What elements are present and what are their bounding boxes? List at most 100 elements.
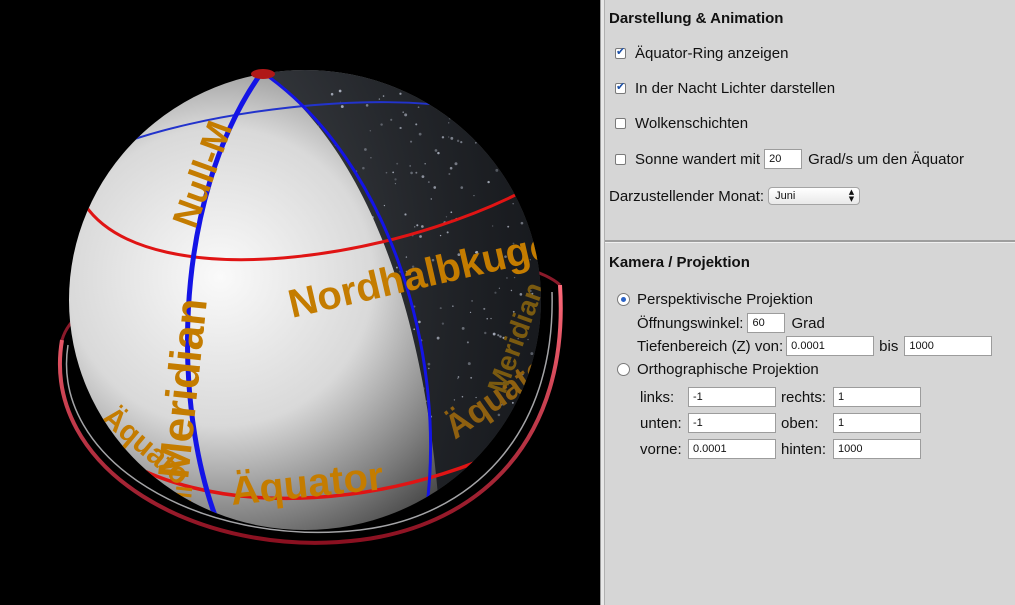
city-light-dot bbox=[488, 134, 491, 136]
city-light-dot bbox=[338, 89, 342, 93]
city-light-dot bbox=[484, 331, 487, 335]
ortho-far-label: hinten: bbox=[781, 440, 827, 458]
city-light-dot bbox=[421, 175, 425, 179]
sun-motion-checkbox[interactable] bbox=[615, 153, 626, 165]
equator-ring-checkbox[interactable] bbox=[615, 45, 626, 59]
city-light-dot bbox=[498, 287, 501, 289]
city-light-dot bbox=[531, 384, 534, 386]
equator-ring-option[interactable]: Äquator-Ring anzeigen bbox=[615, 42, 788, 64]
city-light-dot bbox=[404, 213, 407, 216]
orthographic-option[interactable]: Orthographische Projektion bbox=[617, 358, 819, 380]
city-light-dot bbox=[445, 216, 448, 218]
city-light-dot bbox=[450, 211, 453, 214]
city-light-dot bbox=[421, 225, 424, 228]
city-light-dot bbox=[370, 157, 372, 159]
city-light-dot bbox=[466, 341, 469, 344]
city-light-dot bbox=[452, 305, 454, 307]
depth-to-input[interactable]: 1000 bbox=[904, 336, 993, 356]
city-light-dot bbox=[385, 171, 388, 174]
city-light-dot bbox=[527, 89, 529, 92]
city-light-dot bbox=[436, 336, 440, 340]
city-light-dot bbox=[409, 165, 411, 167]
city-light-dot bbox=[394, 183, 397, 185]
ortho-bottom-input[interactable]: -1 bbox=[688, 413, 776, 433]
equator-ring-label[interactable]: Äquator-Ring anzeigen bbox=[635, 45, 788, 62]
ortho-bottom-label: unten: bbox=[640, 414, 682, 432]
select-arrows-icon: ▲ ▼ bbox=[848, 188, 855, 203]
ortho-top-input[interactable]: 1 bbox=[833, 413, 921, 433]
city-light-dot bbox=[468, 94, 470, 96]
city-light-dot bbox=[498, 147, 501, 150]
city-light-dot bbox=[364, 148, 367, 151]
ortho-near-input[interactable]: 0.0001 bbox=[688, 439, 776, 459]
city-light-dot bbox=[413, 328, 416, 331]
depth-from-input[interactable]: 0.0001 bbox=[786, 336, 875, 356]
city-light-dot bbox=[380, 123, 383, 126]
city-light-dot bbox=[536, 229, 540, 233]
city-light-dot bbox=[382, 95, 385, 97]
city-light-dot bbox=[362, 166, 365, 170]
city-light-dot bbox=[396, 162, 399, 165]
city-light-dot bbox=[456, 91, 458, 94]
city-light-dot bbox=[448, 136, 450, 138]
globe-viewport[interactable]: Null-M Meridian Nordhalbkugel Äquator Äq… bbox=[0, 0, 600, 605]
section-divider bbox=[605, 240, 1015, 243]
perspective-label[interactable]: Perspektivische Projektion bbox=[637, 291, 813, 308]
perspective-option[interactable]: Perspektivische Projektion bbox=[617, 288, 813, 310]
night-lights-option[interactable]: In der Nacht Lichter darstellen bbox=[615, 77, 835, 99]
city-light-dot bbox=[456, 114, 459, 117]
city-light-dot bbox=[441, 322, 445, 325]
fov-row: Öffnungswinkel: 60 Grad bbox=[637, 312, 825, 334]
city-light-dot bbox=[459, 90, 462, 92]
city-light-dot bbox=[471, 300, 473, 302]
city-light-dot bbox=[437, 151, 440, 155]
city-light-dot bbox=[533, 147, 535, 150]
city-light-dot bbox=[448, 172, 451, 175]
ortho-top-label: oben: bbox=[781, 414, 819, 432]
ortho-row-near-far: vorne: 0.0001 hinten: 1000 bbox=[640, 439, 921, 459]
city-light-dot bbox=[532, 116, 535, 119]
ortho-row-bottom-top: unten: -1 oben: 1 bbox=[640, 413, 921, 433]
city-light-dot bbox=[526, 197, 529, 200]
ortho-right-input[interactable]: 1 bbox=[833, 387, 921, 407]
globe-canvas[interactable]: Null-M Meridian Nordhalbkugel Äquator Äq… bbox=[0, 0, 600, 605]
city-light-dot bbox=[416, 224, 419, 227]
city-light-dot bbox=[369, 130, 372, 132]
city-light-dot bbox=[510, 289, 513, 292]
ortho-left-input[interactable]: -1 bbox=[688, 387, 776, 407]
clouds-label[interactable]: Wolkenschichten bbox=[635, 115, 748, 132]
sun-speed-input[interactable]: 20 bbox=[764, 149, 803, 169]
city-light-dot bbox=[491, 225, 494, 227]
perspective-radio[interactable] bbox=[617, 292, 630, 306]
city-light-dot bbox=[439, 234, 442, 237]
month-select[interactable]: Juni ▲ ▼ bbox=[768, 187, 861, 205]
city-light-dot bbox=[427, 367, 430, 370]
city-light-dot bbox=[534, 241, 537, 244]
city-light-dot bbox=[461, 326, 465, 330]
fov-input[interactable]: 60 bbox=[747, 313, 786, 333]
city-light-dot bbox=[510, 131, 513, 134]
city-light-dot bbox=[475, 142, 477, 144]
sun-motion-option[interactable]: Sonne wandert mit 20 Grad/s um den Äquat… bbox=[615, 148, 964, 170]
clouds-checkbox[interactable] bbox=[615, 117, 626, 129]
city-light-dot bbox=[434, 149, 438, 152]
city-light-dot bbox=[448, 122, 450, 124]
orthographic-radio[interactable] bbox=[617, 362, 630, 376]
depth-to-label: bis bbox=[879, 337, 899, 355]
city-light-dot bbox=[439, 307, 442, 310]
city-light-dot bbox=[418, 132, 422, 136]
city-light-dot bbox=[378, 98, 380, 100]
night-lights-label[interactable]: In der Nacht Lichter darstellen bbox=[635, 80, 835, 97]
night-lights-checkbox[interactable] bbox=[615, 80, 626, 94]
city-light-dot bbox=[483, 307, 486, 310]
city-light-dot bbox=[365, 104, 369, 107]
city-light-dot bbox=[410, 140, 413, 143]
orthographic-label[interactable]: Orthographische Projektion bbox=[637, 361, 819, 378]
city-light-dot bbox=[516, 153, 520, 157]
clouds-option[interactable]: Wolkenschichten bbox=[615, 112, 748, 134]
ortho-far-input[interactable]: 1000 bbox=[833, 439, 921, 459]
city-light-dot bbox=[488, 97, 492, 100]
city-light-dot bbox=[492, 332, 496, 336]
month-row: Darzustellender Monat: Juni ▲ ▼ bbox=[609, 185, 861, 207]
depth-label: Tiefenbereich (Z) von: bbox=[637, 337, 784, 355]
